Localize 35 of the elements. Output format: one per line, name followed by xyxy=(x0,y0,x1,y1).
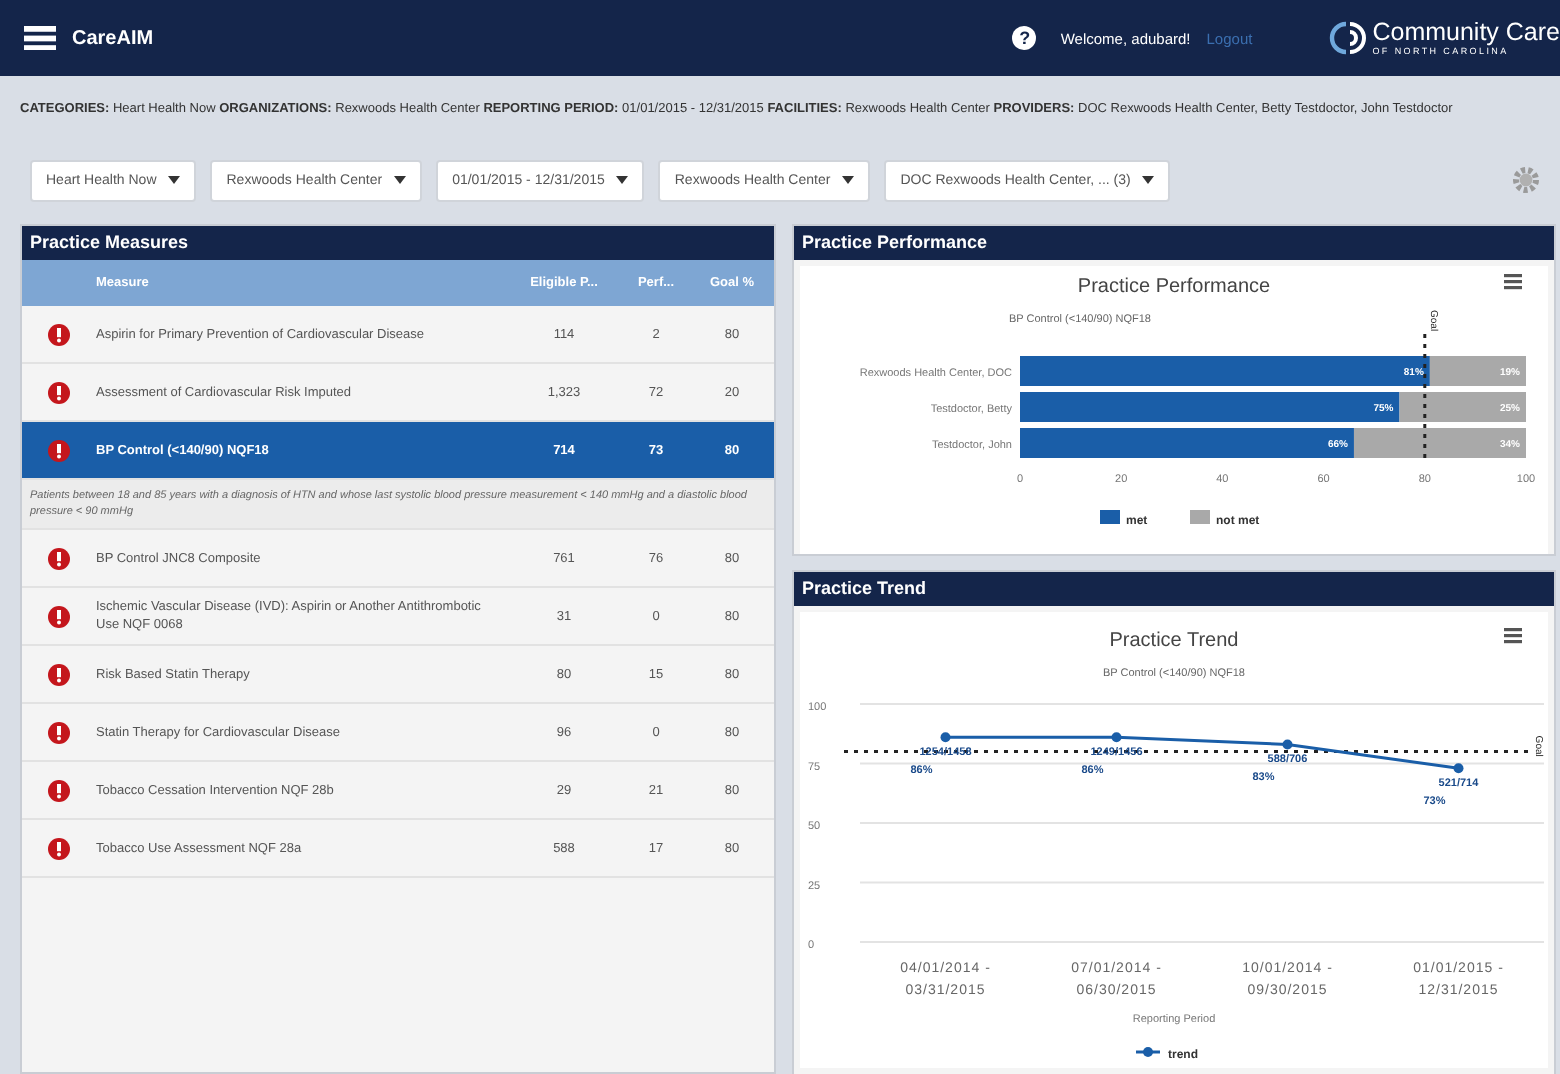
menu-icon[interactable] xyxy=(1504,628,1522,644)
legend-swatch xyxy=(1100,510,1120,524)
logo-icon xyxy=(1328,20,1369,56)
caret-icon xyxy=(168,176,181,184)
alert-icon xyxy=(47,323,69,345)
alert-icon xyxy=(47,439,69,461)
panel-title: Practice Measures xyxy=(22,226,774,260)
help-icon[interactable]: ? xyxy=(1012,26,1037,50)
alert-icon xyxy=(47,663,69,685)
caret-icon xyxy=(1142,176,1155,184)
chart-title: Practice Trend xyxy=(1109,630,1239,652)
app-name: CareAIM xyxy=(72,27,154,49)
header-cell xyxy=(22,260,94,306)
alert-icon xyxy=(47,837,69,859)
caret-icon xyxy=(616,176,629,184)
data-point xyxy=(1453,763,1464,774)
menu-icon[interactable] xyxy=(1504,274,1522,290)
alert-icon xyxy=(47,779,69,801)
logo-name: Community Care xyxy=(1372,20,1560,46)
menu-icon[interactable] xyxy=(24,25,56,51)
alert-icon xyxy=(47,605,69,627)
caret-icon xyxy=(394,176,407,184)
panel-title: Practice Performance xyxy=(794,226,1554,260)
caret-icon xyxy=(842,176,855,184)
alert-icon xyxy=(47,547,69,569)
data-point xyxy=(1111,732,1122,743)
alert-icon xyxy=(47,721,69,743)
legend-swatch xyxy=(1190,510,1210,524)
data-point xyxy=(1282,739,1293,750)
chart-title: Practice Performance xyxy=(1077,276,1271,298)
legend-marker xyxy=(1136,1047,1160,1057)
goal-line xyxy=(1423,334,1427,462)
data-point xyxy=(940,732,951,743)
alert-icon xyxy=(47,381,69,403)
panel-title: Practice Trend xyxy=(794,572,1554,606)
